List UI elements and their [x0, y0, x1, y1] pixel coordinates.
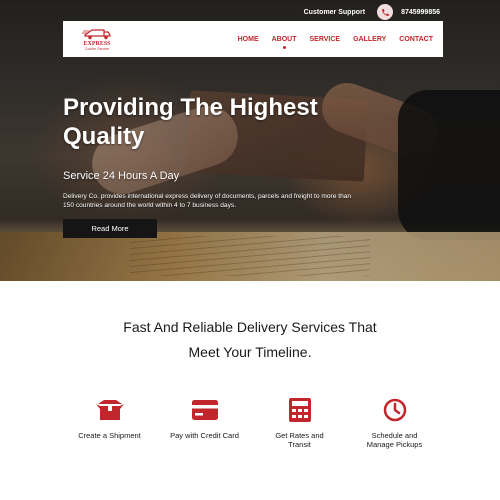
credit-card-icon [191, 396, 219, 424]
phone-icon[interactable] [377, 4, 394, 20]
nav-item-contact[interactable]: CONTACT [399, 36, 433, 43]
hero-banner: Customer Support 8745999856 EXPRESS Cour… [0, 0, 500, 281]
main-menu: HOME ABOUT SERVICE GALLERY CONTACT [238, 35, 433, 49]
logo-tagline: Courier Service [84, 47, 110, 51]
feature-list: Create a Shipment Pay with Credit Card G… [62, 396, 442, 449]
services-heading-line-1: Fast And Reliable Delivery Services That [123, 319, 377, 335]
page: Customer Support 8745999856 EXPRESS Cour… [0, 0, 500, 500]
nav-item-service[interactable]: SERVICE [310, 36, 341, 43]
feature-create-shipment[interactable]: Create a Shipment [62, 396, 157, 449]
feature-label: Schedule and Manage Pickups [366, 431, 423, 449]
services-heading: Fast And Reliable Delivery Services That… [100, 315, 400, 365]
feature-rates-transit[interactable]: Get Rates and Transit [252, 396, 347, 449]
support-phone-number[interactable]: 8745999856 [401, 9, 440, 16]
nav-item-gallery[interactable]: GALLERY [353, 36, 386, 43]
nav-item-about-label: ABOUT [271, 35, 297, 43]
feature-schedule-pickups[interactable]: Schedule and Manage Pickups [347, 396, 442, 449]
hero-title: Providing The Highest Quality [63, 94, 318, 150]
feature-label: Create a Shipment [78, 431, 141, 440]
support-label: Customer Support [303, 8, 366, 16]
dropdown-dot-icon [283, 45, 287, 49]
navbar: EXPRESS Courier Service HOME ABOUT SERVI… [63, 21, 443, 57]
read-more-button[interactable]: Read More [63, 219, 157, 238]
nav-item-about[interactable]: ABOUT [271, 35, 297, 49]
box-icon [95, 396, 124, 424]
hero-subtitle: Service 24 Hours A Day [63, 170, 180, 182]
brand-logo[interactable]: EXPRESS Courier Service [77, 27, 117, 51]
calculator-icon [286, 396, 314, 424]
services-heading-line-2: Meet Your Timeline. [188, 344, 312, 360]
clock-icon [381, 396, 409, 424]
feature-label: Pay with Credit Card [170, 431, 239, 440]
support-bar: Customer Support 8745999856 [304, 4, 440, 20]
hero-description: Delivery Co. provides international expr… [63, 193, 352, 209]
nav-item-home[interactable]: HOME [238, 36, 259, 43]
feature-label: Get Rates and Transit [275, 431, 324, 449]
truck-icon [82, 29, 111, 40]
feature-pay-credit-card[interactable]: Pay with Credit Card [157, 396, 252, 449]
